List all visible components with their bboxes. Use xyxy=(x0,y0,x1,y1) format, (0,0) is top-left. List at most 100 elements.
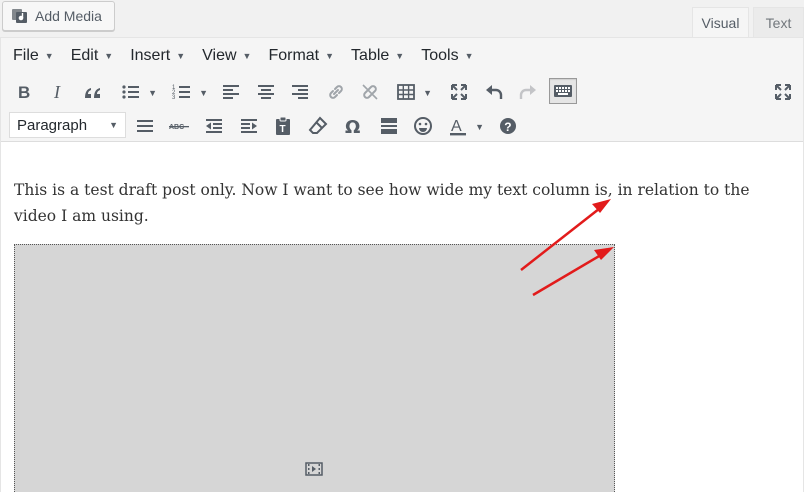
indent-icon xyxy=(241,119,257,133)
chevron-down-icon: ▼ xyxy=(325,51,335,61)
special-character-icon: Ω xyxy=(345,117,360,136)
chevron-down-icon: ▼ xyxy=(148,88,157,98)
clear-formatting-button[interactable] xyxy=(304,113,332,139)
menu-file[interactable]: File ▼ xyxy=(13,47,54,65)
menu-view[interactable]: View ▼ xyxy=(202,47,251,65)
redo-icon xyxy=(519,85,536,99)
add-media-button[interactable]: Add Media xyxy=(2,1,115,31)
svg-text:I: I xyxy=(53,82,61,102)
remove-link-button[interactable] xyxy=(356,79,384,105)
read-more-icon xyxy=(381,118,397,134)
menu-insert-label: Insert xyxy=(130,47,171,64)
post-paragraph[interactable]: This is a test draft post only. Now I wa… xyxy=(14,177,794,229)
menu-format[interactable]: Format ▼ xyxy=(268,47,334,65)
clear-formatting-icon xyxy=(308,116,328,134)
chevron-down-icon: ▼ xyxy=(242,51,252,61)
menu-table[interactable]: Table ▼ xyxy=(351,47,404,65)
outdent-button[interactable] xyxy=(200,113,228,139)
tab-text[interactable]: Text xyxy=(753,7,804,38)
toolbar-toggle-icon xyxy=(554,85,572,97)
numbered-list-icon: 123 xyxy=(172,85,190,101)
horizontal-rule-button[interactable] xyxy=(131,113,159,139)
menu-table-label: Table xyxy=(351,47,390,64)
read-more-button[interactable] xyxy=(375,113,403,139)
editor-content[interactable]: This is a test draft post only. Now I wa… xyxy=(1,143,803,492)
help-icon: ? xyxy=(500,118,516,134)
numbered-list-button[interactable]: 123 ▼ xyxy=(168,79,208,105)
fullscreen-icon xyxy=(451,84,467,100)
insert-link-button[interactable] xyxy=(322,79,350,105)
italic-icon: I xyxy=(53,82,61,102)
toolbar: B I ▼ 123 ▼ ▼ Paragraph ▼ ABC T Ω A ▼ ? xyxy=(1,74,803,142)
fullscreen-button[interactable] xyxy=(445,79,473,105)
svg-text:A: A xyxy=(451,118,462,135)
remove-link-icon xyxy=(362,84,378,100)
align-center-button[interactable] xyxy=(252,79,280,105)
strikethrough-button[interactable]: ABC xyxy=(165,113,193,139)
italic-button[interactable]: I xyxy=(44,79,72,105)
indent-button[interactable] xyxy=(235,113,263,139)
chevron-down-icon: ▼ xyxy=(464,51,474,61)
undo-button[interactable] xyxy=(480,79,508,105)
align-left-button[interactable] xyxy=(217,79,245,105)
toolbar-toggle-button[interactable] xyxy=(549,78,577,104)
blockquote-icon xyxy=(85,88,100,98)
special-character-button[interactable]: Ω xyxy=(339,113,367,139)
bullet-list-button[interactable]: ▼ xyxy=(117,79,157,105)
insert-link-icon xyxy=(329,85,343,99)
paste-as-text-button[interactable]: T xyxy=(269,113,297,139)
align-right-button[interactable] xyxy=(286,79,314,105)
align-center-icon xyxy=(258,85,274,99)
menu-file-label: File xyxy=(13,47,39,64)
format-select[interactable]: Paragraph ▼ xyxy=(9,112,126,138)
chevron-down-icon: ▼ xyxy=(109,120,118,130)
svg-text:3: 3 xyxy=(172,95,176,101)
text-color-icon: A xyxy=(450,118,466,136)
menu-edit-label: Edit xyxy=(70,47,99,64)
format-select-value: Paragraph xyxy=(17,116,88,134)
add-media-label: Add Media xyxy=(35,8,102,24)
editor: File ▼ Edit ▼ Insert ▼ View ▼ Format ▼ Table ▼… xyxy=(0,37,804,492)
emoticons-icon xyxy=(414,117,432,135)
undo-icon xyxy=(486,85,503,99)
chevron-down-icon: ▼ xyxy=(104,51,114,61)
chevron-down-icon: ▼ xyxy=(44,51,54,61)
redo-button[interactable] xyxy=(514,79,542,105)
align-left-icon xyxy=(223,85,239,99)
bold-icon: B xyxy=(18,83,30,102)
svg-text:?: ? xyxy=(504,120,511,134)
menu-tools[interactable]: Tools ▼ xyxy=(421,47,473,65)
table-button[interactable]: ▼ xyxy=(392,79,432,105)
video-icon xyxy=(305,462,323,476)
help-button[interactable]: ? xyxy=(494,113,522,139)
menu-edit[interactable]: Edit ▼ xyxy=(71,47,114,65)
table-icon xyxy=(397,84,415,100)
align-right-icon xyxy=(292,85,308,99)
svg-text:ABC: ABC xyxy=(169,124,184,131)
chevron-down-icon: ▼ xyxy=(199,88,208,98)
horizontal-rule-icon xyxy=(137,120,153,132)
text-color-button[interactable]: A ▼ xyxy=(444,113,484,139)
distraction-free-button[interactable] xyxy=(769,79,797,105)
menu-insert[interactable]: Insert ▼ xyxy=(130,47,185,65)
chevron-down-icon: ▼ xyxy=(423,88,432,98)
menu-view-label: View xyxy=(202,47,237,64)
svg-text:T: T xyxy=(280,124,286,135)
tab-visual[interactable]: Visual xyxy=(692,7,749,38)
menu-tools-label: Tools xyxy=(421,47,459,64)
video-placeholder[interactable] xyxy=(14,244,615,492)
menubar: File ▼ Edit ▼ Insert ▼ View ▼ Format ▼ Table ▼… xyxy=(1,38,803,74)
chevron-down-icon: ▼ xyxy=(176,51,186,61)
svg-text:Ω: Ω xyxy=(345,117,360,136)
bold-button[interactable]: B xyxy=(10,79,38,105)
strikethrough-icon: ABC xyxy=(169,124,189,131)
paste-as-text-icon: T xyxy=(276,116,290,135)
chevron-down-icon: ▼ xyxy=(395,51,405,61)
distraction-free-icon xyxy=(775,84,791,100)
bullet-list-icon xyxy=(122,85,139,99)
blockquote-button[interactable] xyxy=(79,79,107,105)
outdent-icon xyxy=(206,119,222,133)
emoticons-button[interactable] xyxy=(409,113,437,139)
svg-text:B: B xyxy=(18,83,30,102)
add-media-icon xyxy=(11,7,29,25)
